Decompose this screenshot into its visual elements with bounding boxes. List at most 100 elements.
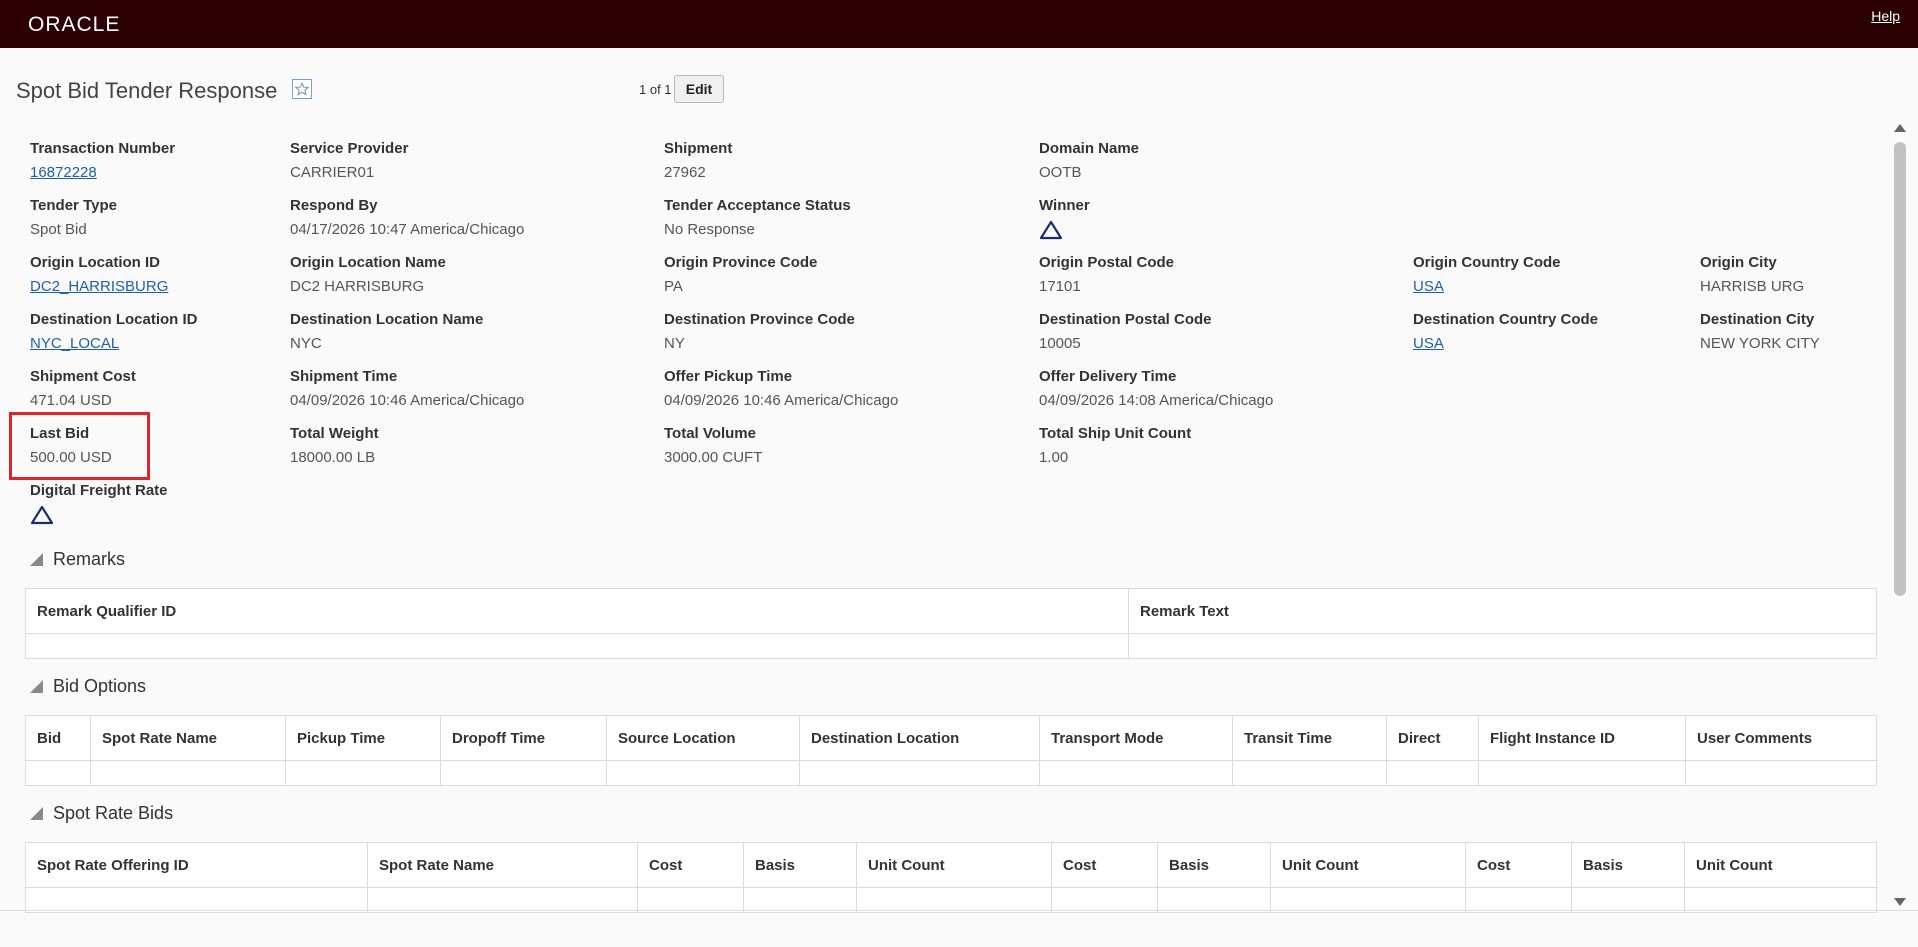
field-tender-type: Tender Type Spot Bid bbox=[30, 197, 117, 238]
favorite-button[interactable] bbox=[292, 79, 312, 99]
field-value: CARRIER01 bbox=[290, 164, 375, 181]
field-label: Total Ship Unit Count bbox=[1039, 425, 1192, 442]
field-total-ship-unit-count: Total Ship Unit Count 1.00 bbox=[1039, 425, 1191, 466]
column-header[interactable]: Basis bbox=[743, 842, 857, 888]
field-label: Destination Location Name bbox=[290, 311, 484, 328]
pager-text: 1 of 1 bbox=[639, 82, 672, 97]
vertical-scrollbar[interactable] bbox=[1890, 120, 1910, 906]
column-header[interactable]: Flight Instance ID bbox=[1478, 715, 1686, 761]
table-header-row: Remark Qualifier ID Remark Text bbox=[25, 588, 1877, 634]
column-header[interactable]: Spot Rate Name bbox=[90, 715, 286, 761]
field-value: DC2 HARRISBURG bbox=[290, 278, 425, 295]
field-value: 04/09/2026 10:46 America/Chicago bbox=[290, 392, 525, 409]
column-header[interactable]: Cost bbox=[637, 842, 744, 888]
field-label: Destination City bbox=[1700, 311, 1815, 328]
column-header[interactable]: Destination Location bbox=[799, 715, 1040, 761]
field-value: 04/09/2026 14:08 America/Chicago bbox=[1039, 392, 1274, 409]
field-value: 04/09/2026 10:46 America/Chicago bbox=[664, 392, 899, 409]
field-value: NY bbox=[664, 335, 685, 352]
column-header[interactable]: Unit Count bbox=[1684, 842, 1877, 888]
field-value: 3000.00 CUFT bbox=[664, 449, 763, 466]
field-origin-city: Origin City HARRISB URG bbox=[1700, 254, 1804, 295]
transaction-number-link[interactable]: 16872228 bbox=[30, 164, 97, 181]
field-shipment-time: Shipment Time 04/09/2026 10:46 America/C… bbox=[290, 368, 524, 409]
destination-country-code-link[interactable]: USA bbox=[1413, 335, 1444, 352]
field-total-weight: Total Weight 18000.00 LB bbox=[290, 425, 379, 466]
bid-options-section-header[interactable]: Bid Options bbox=[30, 676, 146, 697]
destination-location-id-link[interactable]: NYC_LOCAL bbox=[30, 335, 119, 352]
table-header-row: Bid Spot Rate Name Pickup Time Dropoff T… bbox=[25, 715, 1877, 761]
field-origin-province-code: Origin Province Code PA bbox=[664, 254, 817, 295]
field-destination-location-id: Destination Location ID NYC_LOCAL bbox=[30, 311, 198, 353]
scroll-down-arrow-icon[interactable] bbox=[1894, 898, 1906, 906]
column-header[interactable]: Cost bbox=[1465, 842, 1572, 888]
field-value: PA bbox=[664, 278, 683, 295]
column-header[interactable]: Unit Count bbox=[1270, 842, 1466, 888]
field-value: 1.00 bbox=[1039, 449, 1069, 466]
column-header[interactable]: Pickup Time bbox=[285, 715, 441, 761]
field-origin-country-code: Origin Country Code USA bbox=[1413, 254, 1561, 296]
field-label: Destination Province Code bbox=[664, 311, 855, 328]
column-header[interactable]: User Comments bbox=[1685, 715, 1877, 761]
field-label: Destination Country Code bbox=[1413, 311, 1599, 328]
oracle-logo-icon: ORACLE bbox=[28, 13, 120, 36]
origin-location-id-link[interactable]: DC2_HARRISBURG bbox=[30, 278, 168, 295]
field-label: Shipment Cost bbox=[30, 368, 136, 385]
scrollbar-thumb[interactable] bbox=[1894, 142, 1906, 596]
column-header[interactable]: Unit Count bbox=[856, 842, 1052, 888]
origin-country-code-link[interactable]: USA bbox=[1413, 278, 1444, 295]
field-label: Origin Country Code bbox=[1413, 254, 1561, 271]
scroll-up-arrow-icon[interactable] bbox=[1894, 124, 1906, 132]
field-destination-city: Destination City NEW YORK CITY bbox=[1700, 311, 1820, 352]
field-tender-acceptance-status: Tender Acceptance Status No Response bbox=[664, 197, 851, 238]
field-offer-pickup-time: Offer Pickup Time 04/09/2026 10:46 Ameri… bbox=[664, 368, 898, 409]
column-header[interactable]: Spot Rate Name bbox=[367, 842, 638, 888]
column-header[interactable]: Remark Text bbox=[1128, 588, 1877, 634]
field-value: No Response bbox=[664, 221, 755, 238]
field-value: HARRISB URG bbox=[1700, 278, 1805, 295]
column-header[interactable]: Spot Rate Offering ID bbox=[25, 842, 368, 888]
field-label: Destination Postal Code bbox=[1039, 311, 1212, 328]
field-destination-location-name: Destination Location Name NYC bbox=[290, 311, 483, 352]
field-label: Offer Pickup Time bbox=[664, 368, 793, 385]
field-label: Service Provider bbox=[290, 140, 409, 157]
table-header-row: Spot Rate Offering ID Spot Rate Name Cos… bbox=[25, 842, 1877, 888]
column-header[interactable]: Transit Time bbox=[1232, 715, 1387, 761]
svg-text:ORACLE: ORACLE bbox=[28, 13, 120, 36]
table-row bbox=[25, 887, 1877, 913]
field-label: Tender Acceptance Status bbox=[664, 197, 851, 214]
field-digital-freight-rate: Digital Freight Rate bbox=[30, 482, 168, 525]
column-header[interactable]: Remark Qualifier ID bbox=[25, 588, 1129, 634]
column-header[interactable]: Basis bbox=[1157, 842, 1271, 888]
field-value: 18000.00 LB bbox=[290, 449, 376, 466]
field-destination-province-code: Destination Province Code NY bbox=[664, 311, 855, 352]
help-link[interactable]: Help bbox=[1871, 8, 1900, 24]
column-header[interactable]: Cost bbox=[1051, 842, 1158, 888]
field-destination-postal-code: Destination Postal Code 10005 bbox=[1039, 311, 1212, 352]
oracle-logo: ORACLE bbox=[28, 12, 160, 36]
spot-rate-bids-section-header[interactable]: Spot Rate Bids bbox=[30, 803, 173, 824]
field-label: Origin Location ID bbox=[30, 254, 160, 271]
footer-divider bbox=[0, 910, 1918, 911]
column-header[interactable]: Bid bbox=[25, 715, 91, 761]
field-destination-country-code: Destination Country Code USA bbox=[1413, 311, 1598, 353]
remarks-section-header[interactable]: Remarks bbox=[30, 549, 125, 570]
column-header[interactable]: Dropoff Time bbox=[440, 715, 607, 761]
field-value: 27962 bbox=[664, 164, 706, 181]
remarks-table: Remark Qualifier ID Remark Text bbox=[25, 588, 1877, 659]
field-label: Winner bbox=[1039, 197, 1090, 214]
column-header[interactable]: Transport Mode bbox=[1039, 715, 1233, 761]
field-origin-postal-code: Origin Postal Code 17101 bbox=[1039, 254, 1174, 295]
field-value: Spot Bid bbox=[30, 221, 87, 238]
column-header[interactable]: Direct bbox=[1386, 715, 1479, 761]
field-label: Domain Name bbox=[1039, 140, 1140, 157]
column-header[interactable]: Source Location bbox=[606, 715, 800, 761]
field-value: 10005 bbox=[1039, 335, 1081, 352]
triangle-icon bbox=[1039, 220, 1063, 240]
field-winner: Winner bbox=[1039, 197, 1090, 240]
field-value: NYC bbox=[290, 335, 322, 352]
star-icon bbox=[295, 82, 309, 96]
field-label: Origin City bbox=[1700, 254, 1777, 271]
column-header[interactable]: Basis bbox=[1571, 842, 1685, 888]
edit-button[interactable]: Edit bbox=[674, 75, 724, 103]
